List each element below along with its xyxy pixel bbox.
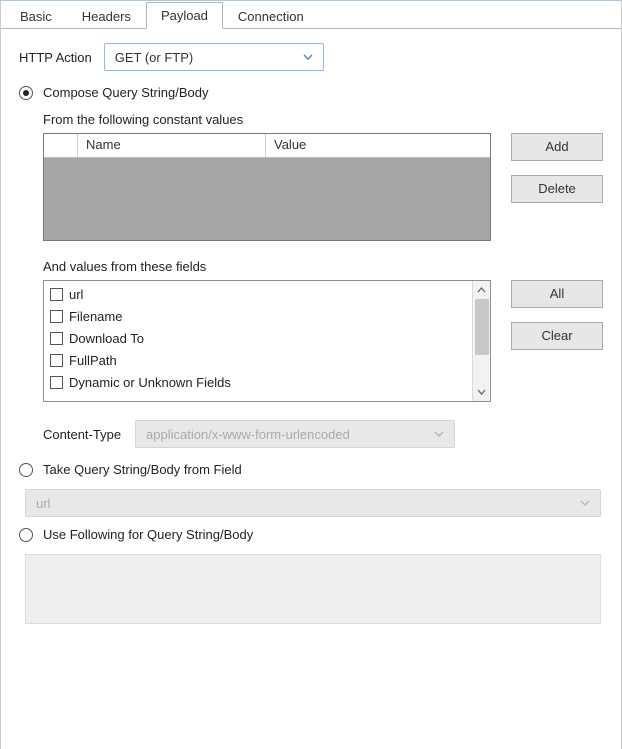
checkbox[interactable] [50, 310, 63, 323]
constants-col-name[interactable]: Name [78, 134, 266, 157]
clear-button[interactable]: Clear [511, 322, 603, 350]
checkbox[interactable] [50, 376, 63, 389]
list-item[interactable]: Download To [50, 327, 468, 349]
tab-content: HTTP Action GET (or FTP) Compose Query S… [1, 29, 621, 634]
constants-col-handle [44, 134, 78, 157]
list-item-label: Filename [69, 309, 122, 324]
radio-compose-label: Compose Query String/Body [43, 85, 208, 100]
http-action-value: GET (or FTP) [115, 50, 193, 65]
scroll-down-icon[interactable] [473, 383, 491, 401]
fields-list-inner: url Filename Download To FullPath [44, 281, 472, 395]
radio-literal-row[interactable]: Use Following for Query String/Body [19, 527, 603, 542]
list-item-label: Dynamic or Unknown Fields [69, 375, 231, 390]
tab-connection[interactable]: Connection [223, 3, 319, 29]
all-button[interactable]: All [511, 280, 603, 308]
tab-basic[interactable]: Basic [5, 3, 67, 29]
chevron-down-icon [434, 431, 444, 437]
fields-area: url Filename Download To FullPath [43, 280, 603, 402]
chevron-down-icon [303, 54, 313, 60]
radio-from-field-label: Take Query String/Body from Field [43, 462, 242, 477]
payload-config-panel: Basic Headers Payload Connection HTTP Ac… [0, 0, 622, 749]
list-item[interactable]: Filename [50, 305, 468, 327]
compose-section: From the following constant values Name … [19, 112, 603, 448]
scrollbar[interactable] [472, 281, 490, 401]
tabstrip: Basic Headers Payload Connection [1, 1, 621, 29]
radio-from-field[interactable] [19, 463, 33, 477]
tab-payload[interactable]: Payload [146, 2, 223, 29]
checkbox[interactable] [50, 288, 63, 301]
content-type-row: Content-Type application/x-www-form-urle… [43, 420, 603, 448]
from-field-select: url [25, 489, 601, 517]
content-type-value: application/x-www-form-urlencoded [146, 427, 350, 442]
fields-listbox[interactable]: url Filename Download To FullPath [43, 280, 491, 402]
constants-grid-body[interactable] [44, 158, 490, 240]
fields-label: And values from these fields [43, 259, 603, 274]
checkbox[interactable] [50, 332, 63, 345]
scroll-thumb[interactable] [475, 299, 489, 355]
list-item[interactable]: FullPath [50, 349, 468, 371]
scroll-up-icon[interactable] [473, 281, 491, 299]
constants-area: Name Value Add Delete [43, 133, 603, 241]
radio-literal[interactable] [19, 528, 33, 542]
radio-compose[interactable] [19, 86, 33, 100]
list-item-label: url [69, 287, 83, 302]
checkbox[interactable] [50, 354, 63, 367]
constants-grid-header: Name Value [44, 134, 490, 158]
fields-buttons: All Clear [511, 280, 603, 402]
list-item-label: Download To [69, 331, 144, 346]
list-item[interactable]: Dynamic or Unknown Fields [50, 371, 468, 393]
list-item-label: FullPath [69, 353, 117, 368]
constants-grid[interactable]: Name Value [43, 133, 491, 241]
http-action-select[interactable]: GET (or FTP) [104, 43, 324, 71]
radio-compose-row[interactable]: Compose Query String/Body [19, 85, 603, 100]
delete-button[interactable]: Delete [511, 175, 603, 203]
content-type-label: Content-Type [43, 427, 121, 442]
list-item[interactable]: url [50, 283, 468, 305]
constants-col-value[interactable]: Value [266, 134, 490, 157]
http-action-label: HTTP Action [19, 50, 92, 65]
radio-from-field-row[interactable]: Take Query String/Body from Field [19, 462, 603, 477]
constants-label: From the following constant values [43, 112, 603, 127]
http-action-row: HTTP Action GET (or FTP) [19, 43, 603, 71]
tab-headers[interactable]: Headers [67, 3, 146, 29]
chevron-down-icon [580, 500, 590, 506]
constants-buttons: Add Delete [511, 133, 603, 241]
literal-body-textarea [25, 554, 601, 624]
content-type-select: application/x-www-form-urlencoded [135, 420, 455, 448]
add-button[interactable]: Add [511, 133, 603, 161]
from-field-value: url [36, 496, 50, 511]
radio-literal-label: Use Following for Query String/Body [43, 527, 253, 542]
